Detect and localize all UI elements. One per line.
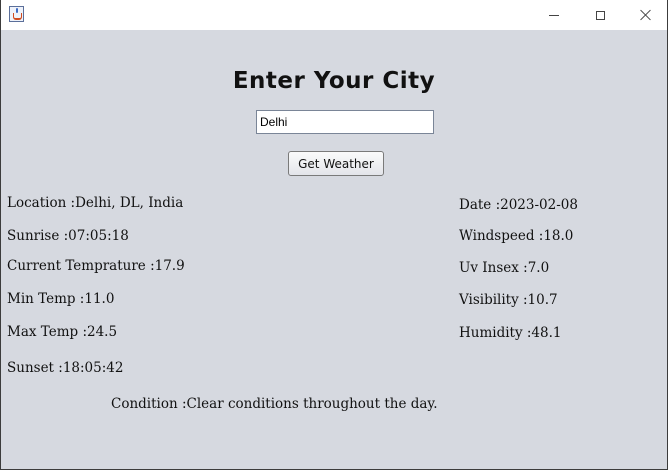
windspeed-label: Windspeed :18.0 bbox=[459, 228, 574, 244]
date-label: Date :2023-02-08 bbox=[459, 197, 578, 213]
close-button[interactable] bbox=[623, 0, 667, 30]
min-temp-label: Min Temp :11.0 bbox=[7, 291, 115, 307]
java-cup bbox=[13, 13, 22, 20]
humidity-label: Humidity :48.1 bbox=[459, 325, 562, 341]
city-input[interactable] bbox=[256, 110, 434, 134]
visibility-label: Visibility :10.7 bbox=[459, 292, 558, 308]
uv-index-label: Uv Insex :7.0 bbox=[459, 260, 550, 276]
get-weather-button[interactable]: Get Weather bbox=[288, 151, 384, 176]
sunrise-label: Sunrise :07:05:18 bbox=[7, 228, 129, 244]
maximize-button[interactable] bbox=[577, 0, 623, 30]
minimize-button[interactable] bbox=[531, 0, 577, 30]
location-label: Location :Delhi, DL, India bbox=[7, 195, 184, 211]
page-heading: Enter Your City bbox=[232, 68, 436, 94]
app-window: Enter Your City Get Weather Location :De… bbox=[0, 0, 668, 470]
condition-label: Condition :Clear conditions throughout t… bbox=[111, 396, 438, 412]
close-icon bbox=[640, 9, 652, 21]
java-cup-icon[interactable] bbox=[9, 6, 24, 22]
max-temp-label: Max Temp :24.5 bbox=[7, 324, 118, 340]
title-bar[interactable] bbox=[1, 0, 667, 30]
sunset-label: Sunset :18:05:42 bbox=[7, 360, 124, 376]
minimize-icon bbox=[549, 14, 559, 16]
maximize-icon bbox=[595, 10, 605, 20]
current-temperature-label: Current Temprature :17.9 bbox=[7, 258, 185, 274]
